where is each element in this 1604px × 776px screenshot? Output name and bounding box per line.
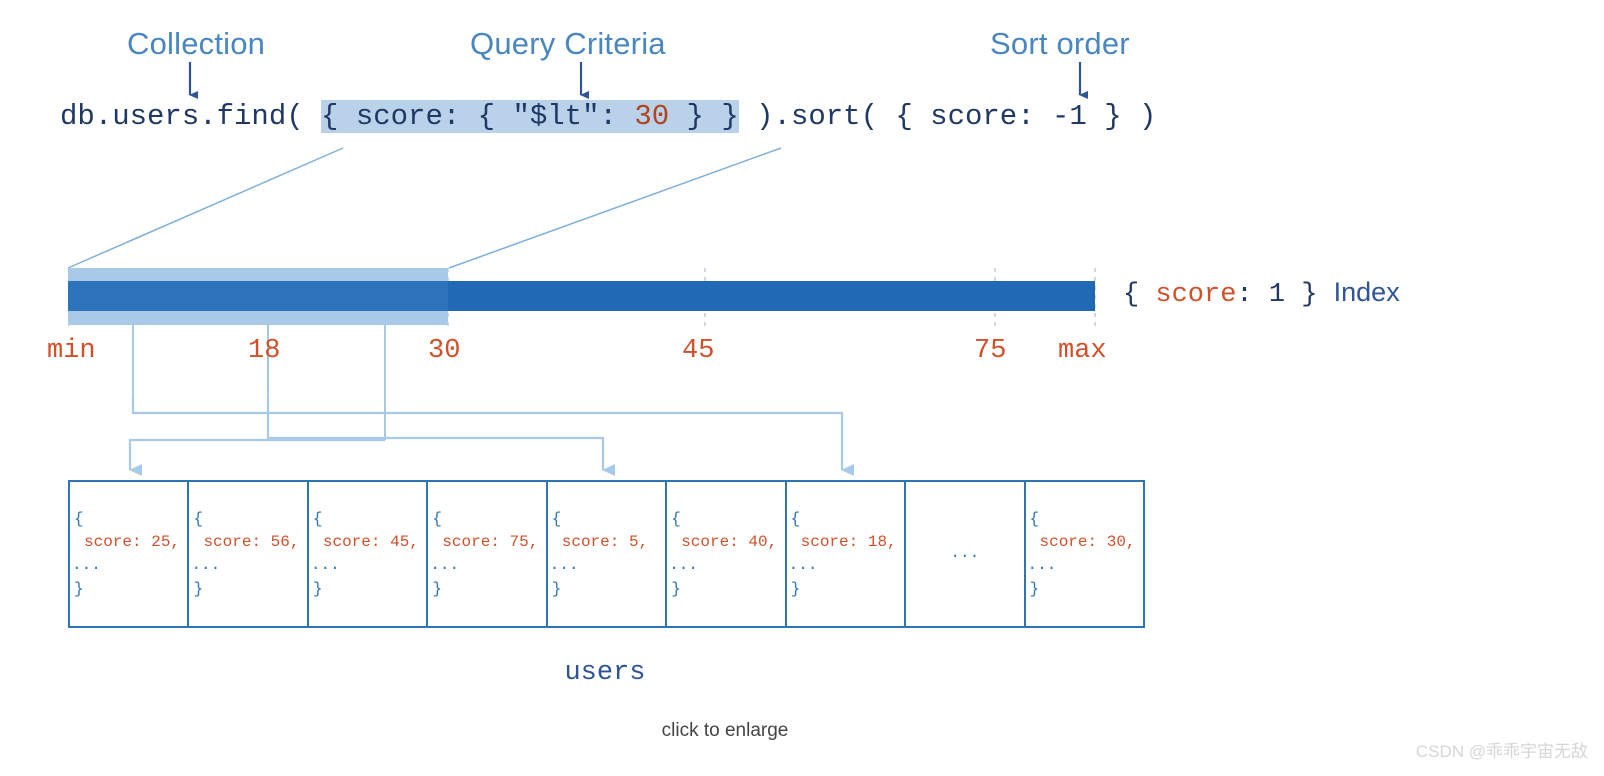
annotation-collection: Collection: [127, 26, 266, 61]
doc-brace-open: {: [671, 510, 681, 528]
index-range-highlight-bottom: [68, 311, 448, 325]
doc-brace-close: }: [790, 579, 801, 598]
doc-score: score: 5,: [561, 533, 649, 552]
doc-score: score: 45,: [322, 533, 419, 552]
query-criteria-value: 30: [634, 100, 670, 133]
doc-brace-open: {: [193, 510, 204, 528]
doc-brace-close: }: [432, 579, 442, 598]
doc-brace-open: {: [312, 510, 323, 528]
query-criteria-open: { score: { "$lt":: [321, 100, 635, 133]
index-tick-30: 30: [428, 336, 461, 366]
index-legend: { score: 1 } Index: [1123, 277, 1400, 310]
index-tick-min: min: [47, 336, 96, 366]
diagram-canvas: Collection Query Criteria Sort order db.…: [0, 0, 1604, 776]
doc-score: score: 18,: [800, 533, 897, 552]
doc-brace-open: {: [74, 510, 84, 528]
index-tick-max: max: [1058, 336, 1107, 366]
collection-documents: { score: 25, ... } { score: 56, ... } { …: [68, 480, 1145, 628]
doc-ellipsis: ...: [430, 556, 460, 575]
index-to-document-connectors: [128, 395, 854, 476]
query-suffix: ).sort( { score: -1 } ): [738, 100, 1157, 133]
click-to-enlarge-caption[interactable]: click to enlarge: [0, 720, 1450, 742]
doc-brace-open: {: [432, 510, 442, 528]
index-legend-mid: : 1 }: [1236, 280, 1318, 310]
doc-ellipsis: ...: [310, 556, 340, 575]
doc-brace-open: {: [551, 510, 562, 528]
doc-brace-open: {: [1029, 510, 1040, 528]
callout-lines: [67, 147, 782, 269]
doc-ellipsis: ...: [72, 556, 101, 575]
document-box: { score: 25, ... }: [70, 482, 190, 626]
watermark: CSDN @乖乖宇宙无敌: [1415, 742, 1588, 761]
index-legend-word: Index: [1333, 277, 1400, 307]
doc-brace-open: {: [790, 510, 801, 528]
doc-brace-close: }: [1029, 579, 1040, 598]
doc-ellipsis: ...: [1027, 556, 1057, 575]
index-tick-45: 45: [682, 336, 715, 366]
doc-ellipsis: ...: [950, 544, 980, 563]
index-range-highlight-top: [68, 268, 448, 281]
annotation-query-criteria: Query Criteria: [470, 26, 666, 61]
document-box-ellipsis: ...: [906, 482, 1026, 626]
index-legend-open: {: [1123, 280, 1156, 310]
document-box: { score: 40, ... }: [667, 482, 787, 626]
document-box: { score: 5, ... }: [548, 482, 668, 626]
doc-brace-close: }: [193, 579, 204, 598]
doc-ellipsis: ...: [191, 556, 221, 575]
doc-score: score: 25,: [84, 533, 181, 552]
doc-brace-close: }: [671, 579, 681, 598]
query-criteria-close: } }: [669, 100, 739, 133]
doc-score: score: 30,: [1039, 533, 1136, 552]
doc-score: score: 40,: [681, 533, 778, 552]
doc-ellipsis: ...: [669, 556, 698, 575]
doc-brace-close: }: [312, 579, 323, 598]
index-legend-key: score: [1155, 280, 1237, 310]
doc-brace-close: }: [74, 579, 84, 598]
index-range-scanned: [68, 281, 448, 311]
doc-score: score: 56,: [203, 533, 300, 552]
index-tick-18: 18: [248, 336, 281, 366]
doc-ellipsis: ...: [549, 556, 579, 575]
document-box: { score: 75, ... }: [428, 482, 548, 626]
document-box: { score: 45, ... }: [309, 482, 429, 626]
annotation-sort-order: Sort order: [990, 26, 1130, 61]
doc-score: score: 75,: [442, 533, 539, 552]
query-criteria-highlight: { score: { "$lt": 30 } }: [321, 100, 739, 133]
collection-label: users: [564, 658, 646, 688]
document-box: { score: 30, ... }: [1026, 482, 1143, 626]
query-statement: db.users.find( { score: { "$lt": 30 } } …: [60, 100, 1156, 133]
doc-ellipsis: ...: [788, 556, 818, 575]
document-box: { score: 18, ... }: [787, 482, 907, 626]
document-box: { score: 56, ... }: [189, 482, 309, 626]
index-tick-75: 75: [974, 336, 1007, 366]
query-prefix: db.users.find(: [60, 100, 322, 133]
doc-brace-close: }: [551, 579, 562, 598]
